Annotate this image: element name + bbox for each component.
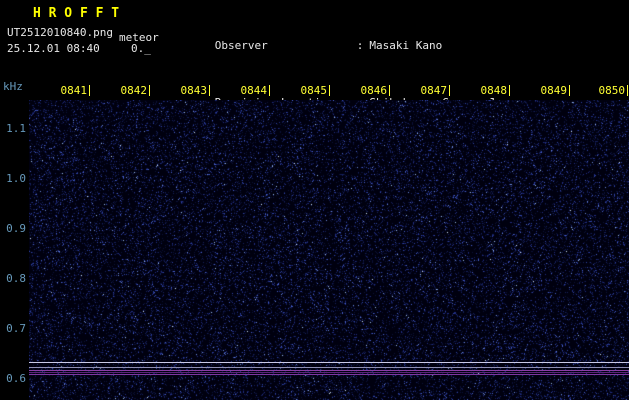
output-filename: UT2512010840.png	[7, 26, 113, 39]
carrier-line-purple-dim	[29, 372, 629, 373]
time-tick-mark	[569, 85, 570, 96]
time-tick-mark	[149, 85, 150, 96]
freq-tick-label: 0.8	[2, 272, 26, 285]
time-tick-label: 0848	[480, 84, 507, 97]
time-tick-label: 0850	[598, 84, 625, 97]
time-tick-mark	[89, 85, 90, 96]
timestamp: 25.12.01 08:40	[7, 42, 100, 55]
hrofft-screen: H R O F F T UT2512010840.png meteor 25.1…	[0, 0, 629, 400]
time-tick-label: 0843	[180, 84, 207, 97]
time-tick-label: 0849	[540, 84, 567, 97]
time-tick-mark	[389, 85, 390, 96]
freq-unit-label: kHz	[3, 80, 23, 93]
counter: 0._	[131, 42, 151, 55]
carrier-line-purple-bright	[29, 370, 629, 371]
spectrogram-noise-canvas	[29, 100, 629, 400]
time-tick-mark	[627, 85, 628, 96]
time-tick-mark	[509, 85, 510, 96]
time-tick-mark	[269, 85, 270, 96]
freq-tick-label: 1.0	[2, 172, 26, 185]
app-title: H R O F F T	[33, 6, 119, 21]
time-tick-label: 0846	[360, 84, 387, 97]
info-separator: :	[357, 40, 364, 51]
time-tick-mark	[209, 85, 210, 96]
info-row-observer: Observer: Masaki Kano	[175, 29, 575, 63]
time-tick-label: 0845	[300, 84, 327, 97]
info-value: Masaki Kano	[369, 39, 442, 52]
carrier-line-white-bright	[29, 362, 629, 363]
freq-tick-label: 0.9	[2, 222, 26, 235]
carrier-line-white-dim	[29, 367, 629, 368]
time-tick-mark	[329, 85, 330, 96]
time-tick-label: 0841	[60, 84, 87, 97]
time-tick-label: 0847	[420, 84, 447, 97]
info-label: Observer	[215, 40, 357, 51]
carrier-line-purple-mid	[29, 374, 629, 375]
time-tick-mark	[449, 85, 450, 96]
freq-tick-label: 1.1	[2, 122, 26, 135]
freq-tick-label: 0.7	[2, 322, 26, 335]
time-tick-label: 0844	[240, 84, 267, 97]
freq-tick-label: 0.6	[2, 372, 26, 385]
time-tick-label: 0842	[120, 84, 147, 97]
